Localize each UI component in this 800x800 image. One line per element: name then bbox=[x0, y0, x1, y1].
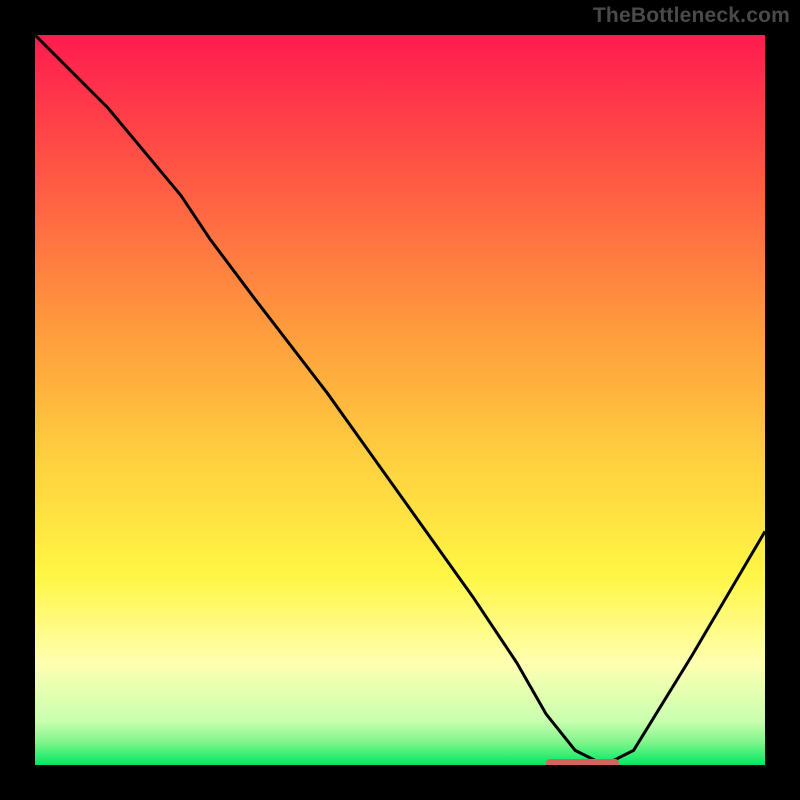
gradient-background bbox=[35, 35, 765, 765]
plot-area bbox=[35, 35, 765, 765]
plot-svg bbox=[35, 35, 765, 765]
minimum-marker bbox=[546, 759, 619, 765]
chart-frame: TheBottleneck.com bbox=[0, 0, 800, 800]
watermark-text: TheBottleneck.com bbox=[593, 4, 790, 28]
